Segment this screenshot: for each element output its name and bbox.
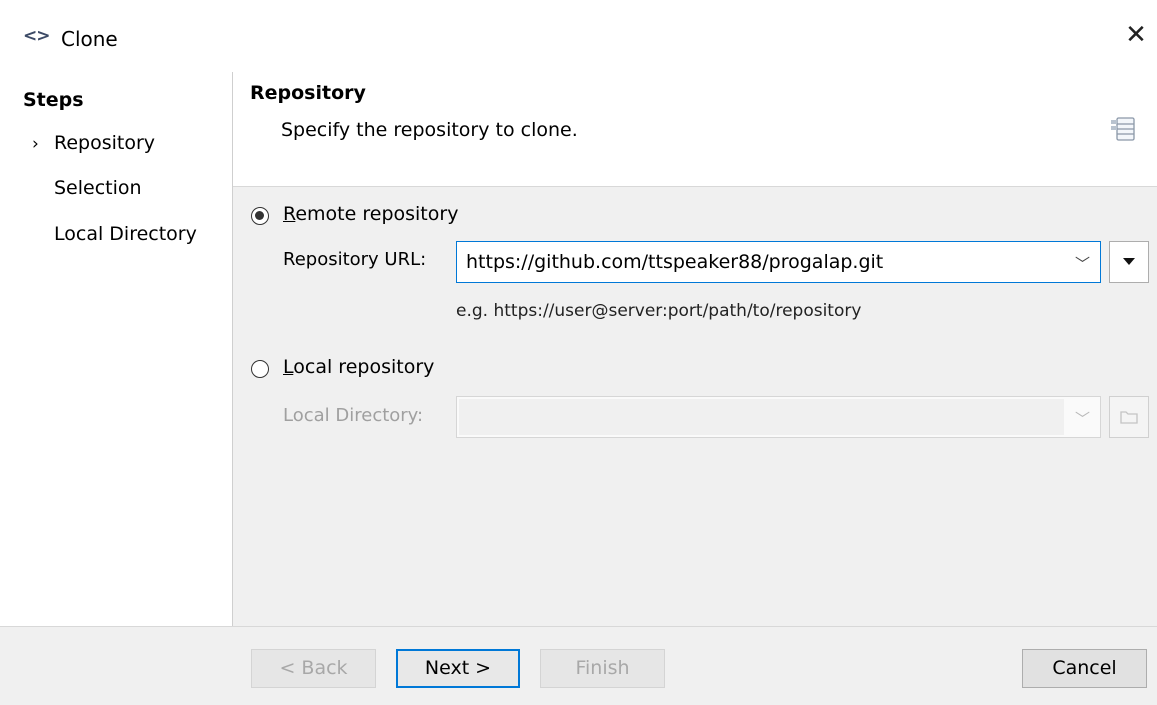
current-step-chevron-icon: › xyxy=(32,134,39,154)
local-repository-label-text: ocal repository xyxy=(293,356,435,378)
chevron-down-icon[interactable]: ﹀ xyxy=(1075,408,1090,429)
content-area: Remote repository Repository URL: ﹀ e.g.… xyxy=(233,187,1157,626)
page-description: Specify the repository to clone. xyxy=(281,119,578,141)
step-selection[interactable]: Selection xyxy=(54,177,142,199)
remote-repository-mnemonic: R xyxy=(283,203,296,225)
repository-url-label: Repository URL: xyxy=(283,249,427,270)
local-repository-label[interactable]: Local repository xyxy=(283,356,434,378)
steps-panel: Steps › Repository Selection Local Direc… xyxy=(0,72,233,626)
local-repository-radio[interactable] xyxy=(251,360,269,378)
folder-icon xyxy=(1120,411,1138,424)
back-button[interactable]: < Back xyxy=(251,649,376,688)
title-bar: <> Clone ✕ xyxy=(0,0,1157,72)
url-menu-button[interactable] xyxy=(1109,241,1149,283)
finish-button[interactable]: Finish xyxy=(540,649,665,688)
chevron-down-icon[interactable]: ﹀ xyxy=(1075,253,1090,274)
local-directory-field xyxy=(459,399,1064,435)
wizard-banner-icon xyxy=(1111,117,1135,141)
repository-url-input[interactable] xyxy=(466,242,1026,282)
repository-url-hint: e.g. https://user@server:port/path/to/re… xyxy=(456,301,862,321)
next-button[interactable]: Next > xyxy=(396,649,520,688)
cancel-button[interactable]: Cancel xyxy=(1022,649,1147,688)
button-bar: < Back Next > Finish Cancel xyxy=(0,626,1157,705)
browse-folder-button[interactable] xyxy=(1109,396,1149,438)
page-title: Repository xyxy=(250,82,366,104)
remote-repository-label-text: emote repository xyxy=(295,203,459,225)
step-local-directory[interactable]: Local Directory xyxy=(54,223,197,245)
remote-repository-label[interactable]: Remote repository xyxy=(283,203,458,225)
local-repository-mnemonic: L xyxy=(283,356,294,378)
page-header: Repository Specify the repository to clo… xyxy=(233,72,1157,187)
close-icon[interactable]: ✕ xyxy=(1121,20,1151,50)
remote-repository-radio[interactable] xyxy=(251,207,269,225)
step-repository[interactable]: Repository xyxy=(54,132,155,154)
window-title: Clone xyxy=(61,27,118,51)
steps-title: Steps xyxy=(23,89,84,111)
app-icon: <> xyxy=(23,26,50,46)
repository-url-combo[interactable]: ﹀ xyxy=(456,241,1101,283)
dropdown-triangle-icon xyxy=(1123,258,1135,265)
local-directory-combo[interactable]: ﹀ xyxy=(456,396,1101,438)
local-directory-label: Local Directory: xyxy=(283,405,424,426)
